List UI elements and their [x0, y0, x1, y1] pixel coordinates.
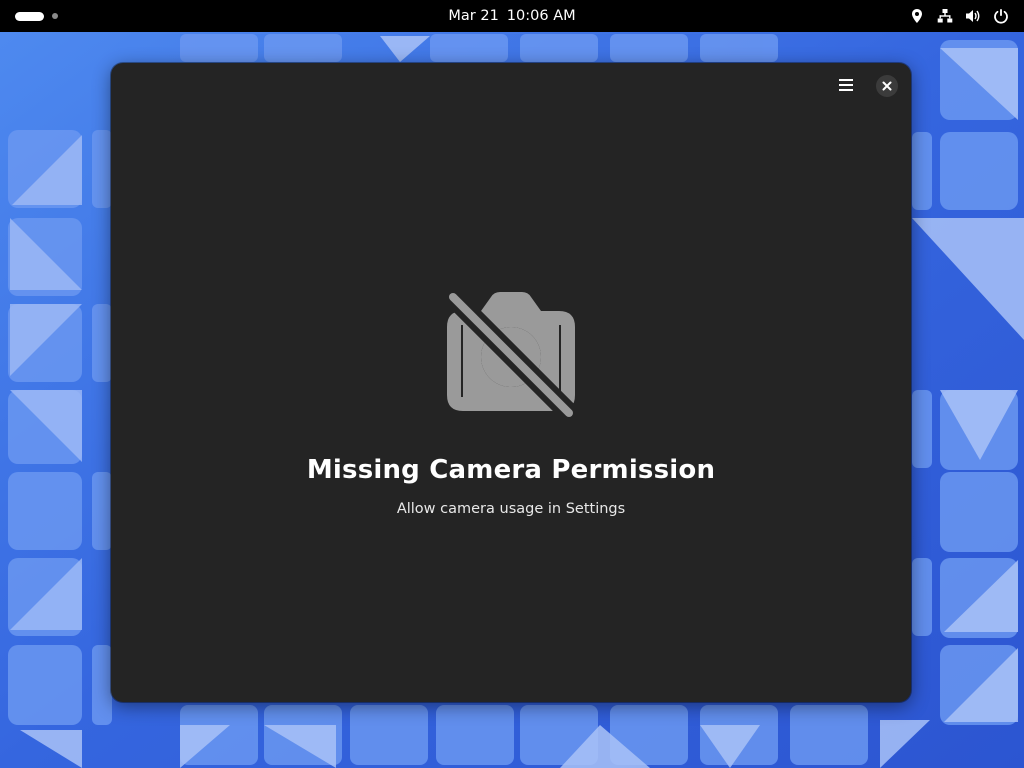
location-icon	[908, 7, 926, 25]
power-icon	[992, 7, 1010, 25]
time-label: 10:06 AM	[506, 8, 576, 24]
main-menu-button[interactable]	[834, 73, 858, 97]
date-time-menu[interactable]: Mar 21 10:06 AM	[0, 0, 1024, 32]
camera-disabled-icon	[447, 292, 575, 417]
camera-app-window: Missing Camera Permission Allow camera u…	[111, 63, 911, 702]
hamburger-menu-icon	[839, 79, 853, 91]
top-bar: Mar 21 10:06 AM	[0, 0, 1024, 32]
status-page: Missing Camera Permission Allow camera u…	[111, 63, 911, 702]
desktop: Mar 21 10:06 AM Missing Camera Permissio…	[0, 0, 1024, 768]
close-window-button[interactable]	[876, 75, 898, 97]
status-title: Missing Camera Permission	[306, 455, 716, 485]
network-wired-icon	[936, 7, 954, 25]
status-description: Allow camera usage in Settings	[396, 501, 626, 517]
system-status-area[interactable]	[908, 6, 1010, 26]
date-label: Mar 21	[448, 8, 499, 24]
volume-icon	[964, 7, 982, 25]
close-icon	[882, 81, 892, 91]
